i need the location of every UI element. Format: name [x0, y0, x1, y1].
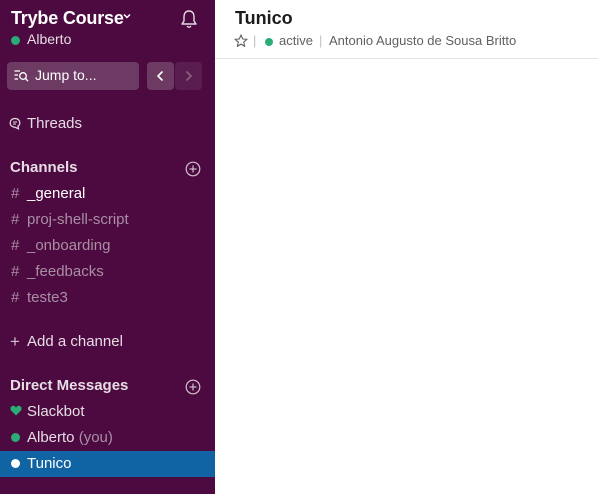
channel-hash-icon: #	[11, 263, 20, 280]
channel-hash-icon: #	[11, 237, 20, 254]
bell-icon[interactable]	[178, 8, 200, 30]
presence-dot-icon	[11, 433, 20, 442]
jump-to-label: Jump to...	[35, 67, 97, 83]
header-separator: |	[253, 33, 257, 48]
direct-messages-section-title[interactable]: Direct Messages	[10, 377, 128, 394]
conversation-pane: Tunico | active | Antonio Augusto de Sou…	[215, 0, 598, 494]
jump-to-button[interactable]: Jump to...	[7, 62, 139, 90]
workspace-name[interactable]: Trybe Course	[11, 8, 124, 29]
jump-search-icon	[14, 70, 29, 82]
heart-icon	[10, 405, 22, 416]
plus-icon: +	[10, 332, 20, 351]
sidebar-item-feedbacks[interactable]: _feedbacks	[27, 263, 104, 280]
channel-hash-icon: #	[11, 211, 20, 228]
dm-item-tunico: Tunico	[27, 455, 72, 472]
history-forward-button[interactable]	[175, 62, 202, 90]
presence-dot-icon	[265, 38, 273, 46]
sidebar-item-onboarding[interactable]: _onboarding	[27, 237, 110, 254]
star-icon[interactable]	[234, 34, 248, 48]
history-back-button[interactable]	[147, 62, 174, 90]
dm-you-suffix: (you)	[78, 429, 113, 446]
user-full-name: Antonio Augusto de Sousa Britto	[329, 33, 517, 48]
add-dm-circle-icon[interactable]	[185, 379, 201, 395]
presence-dot-icon	[11, 459, 20, 468]
sidebar-item-threads[interactable]: Threads	[27, 115, 82, 132]
conversation-title[interactable]: Tunico	[235, 8, 293, 29]
add-channel-circle-icon[interactable]	[185, 161, 201, 177]
presence-dot-icon	[11, 36, 20, 45]
header-separator: |	[319, 33, 323, 48]
dm-item-tunico-selected[interactable]: Tunico	[0, 451, 215, 477]
channels-section-title[interactable]: Channels	[10, 159, 78, 176]
chevron-right-icon	[185, 70, 193, 82]
sidebar-item-teste3[interactable]: teste3	[27, 289, 68, 306]
dm-item-slackbot[interactable]: Slackbot	[27, 403, 85, 420]
conversation-header: Tunico | active | Antonio Augusto de Sou…	[215, 0, 598, 59]
chevron-left-icon	[156, 70, 164, 82]
channel-hash-icon: #	[11, 185, 20, 202]
sidebar-item-proj-shell-script[interactable]: proj-shell-script	[27, 211, 129, 228]
sidebar-item-general[interactable]: _general	[27, 185, 85, 202]
current-user-name: Alberto	[27, 31, 72, 47]
chevron-down-icon[interactable]	[122, 11, 132, 21]
dm-item-alberto[interactable]: Alberto (you)	[27, 429, 113, 446]
presence-status: active	[279, 33, 313, 48]
threads-icon	[9, 117, 21, 130]
channel-hash-icon: #	[11, 289, 20, 306]
sidebar: Trybe Course Alberto Jump to... Threads	[0, 0, 215, 494]
dm-item-name: Alberto	[27, 429, 75, 446]
add-channel-button[interactable]: Add a channel	[27, 333, 123, 350]
